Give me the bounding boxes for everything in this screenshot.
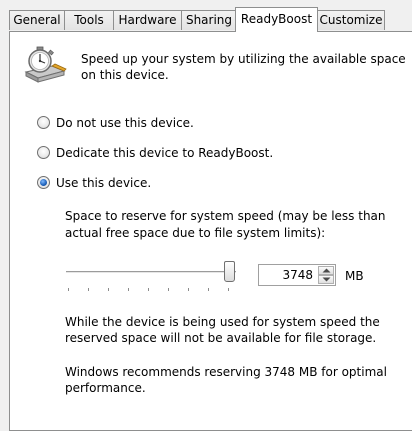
- tab-sharing[interactable]: Sharing: [181, 10, 237, 30]
- tab-label: Hardware: [118, 13, 177, 27]
- tab-hardware[interactable]: Hardware: [113, 10, 182, 30]
- reserve-slider-track[interactable]: [66, 271, 236, 274]
- tab-customize[interactable]: Customize: [317, 10, 385, 30]
- storage-note-line1: While the device is being used for syste…: [65, 315, 380, 329]
- slider-tick: [128, 288, 129, 291]
- tab-bar: General Tools Hardware Sharing ReadyBoos…: [0, 0, 412, 32]
- reserve-slider-thumb[interactable]: [223, 261, 235, 282]
- slider-tick: [88, 288, 89, 291]
- slider-tick: [208, 288, 209, 291]
- tab-label: Tools: [74, 13, 104, 27]
- recommendation-line2: performance.: [65, 381, 146, 395]
- slider-tick: [188, 288, 189, 291]
- recommendation-line1: Windows recommends reserving 3748 MB for…: [65, 365, 387, 379]
- slider-tick: [68, 288, 69, 291]
- radio-label: Dedicate this device to ReadyBoost.: [56, 146, 274, 160]
- radio-button-selected[interactable]: [37, 176, 50, 189]
- arrow-down-icon: [322, 277, 331, 282]
- reserve-caption-line1: Space to reserve for system speed (may b…: [65, 209, 386, 223]
- arrow-up-icon: [322, 268, 331, 273]
- slider-tick: [228, 288, 229, 291]
- slider-tick: [148, 288, 149, 291]
- reserve-caption-line2: actual free space due to file system lim…: [65, 226, 326, 240]
- stepper-down-button[interactable]: [318, 275, 334, 284]
- tab-readyboost[interactable]: ReadyBoost: [235, 7, 318, 32]
- slider-tick: [108, 288, 109, 291]
- stepper-up-button[interactable]: [318, 266, 334, 275]
- header-description-line1: Speed up your system by utilizing the av…: [81, 52, 406, 66]
- tab-tools[interactable]: Tools: [64, 10, 114, 30]
- tab-label: Sharing: [185, 13, 233, 27]
- tab-general[interactable]: General: [9, 10, 65, 30]
- tab-label: General: [13, 13, 61, 27]
- radio-button[interactable]: [37, 146, 50, 159]
- slider-tick: [168, 288, 169, 291]
- reserve-size-stepper[interactable]: 3748: [258, 264, 336, 286]
- reserve-unit-label: MB: [345, 269, 364, 283]
- readyboost-stopwatch-icon: [22, 46, 68, 84]
- radio-button[interactable]: [37, 116, 50, 129]
- radio-label: Use this device.: [56, 176, 152, 190]
- storage-note-line2: reserved space will not be available for…: [65, 331, 377, 345]
- tab-label: ReadyBoost: [240, 12, 313, 26]
- tab-label: Customize: [319, 13, 383, 27]
- radio-label: Do not use this device.: [56, 116, 194, 130]
- header-description-line2: on this device.: [81, 68, 169, 82]
- reserve-size-value[interactable]: 3748: [282, 268, 313, 282]
